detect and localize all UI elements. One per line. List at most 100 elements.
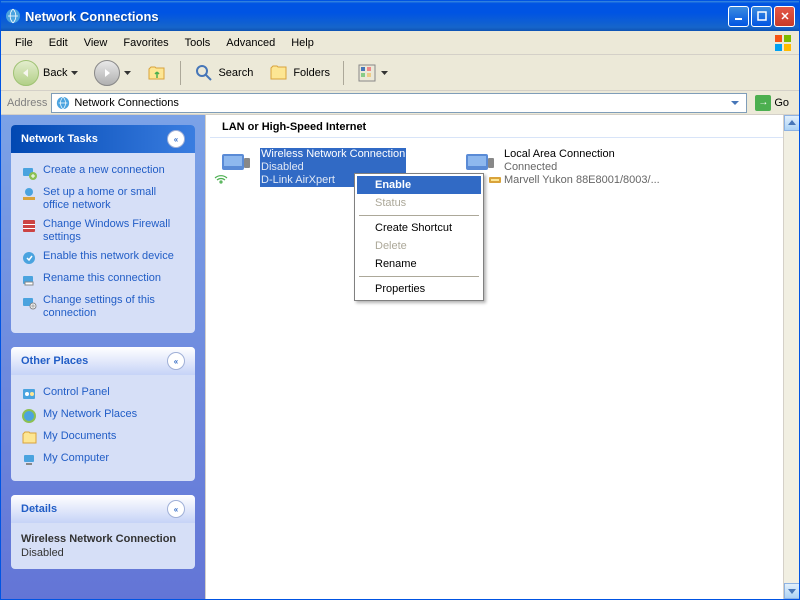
ctx-create-shortcut[interactable]: Create Shortcut <box>357 219 481 237</box>
task-firewall-settings[interactable]: Change Windows Firewall settings <box>21 215 185 247</box>
place-my-documents[interactable]: My Documents <box>21 427 185 449</box>
link-text: My Network Places <box>43 408 137 421</box>
task-rename-connection[interactable]: Rename this connection <box>21 269 185 291</box>
back-icon <box>13 60 39 86</box>
panel-header-details[interactable]: Details « <box>11 495 195 523</box>
minimize-button[interactable] <box>728 6 749 27</box>
windows-flag-icon <box>771 33 795 53</box>
context-menu: Enable Status Create Shortcut Delete Ren… <box>354 173 484 301</box>
enable-device-icon <box>21 250 37 266</box>
panel-body: Create a new connection Set up a home or… <box>11 153 195 333</box>
place-my-computer[interactable]: My Computer <box>21 449 185 471</box>
dropdown-arrow-icon <box>381 71 388 75</box>
network-places-icon <box>21 408 37 424</box>
link-text: Create a new connection <box>43 164 165 177</box>
settings-icon <box>21 294 37 310</box>
task-setup-network[interactable]: Set up a home or small office network <box>21 183 185 215</box>
title-bar: Network Connections <box>1 1 799 31</box>
scroll-down-button[interactable] <box>784 583 799 599</box>
ctx-properties[interactable]: Properties <box>357 280 481 298</box>
other-places-panel: Other Places « Control Panel My Network … <box>11 347 195 481</box>
ctx-rename[interactable]: Rename <box>357 255 481 273</box>
link-text: Change Windows Firewall settings <box>43 218 185 244</box>
menu-favorites[interactable]: Favorites <box>115 35 176 51</box>
link-text: My Computer <box>43 452 109 465</box>
scroll-up-button[interactable] <box>784 115 799 131</box>
explorer-window: Network Connections File Edit View Favor… <box>0 0 800 600</box>
task-change-settings[interactable]: Change settings of this connection <box>21 291 185 323</box>
forward-button[interactable] <box>88 57 137 89</box>
folder-up-icon <box>147 63 167 83</box>
dropdown-arrow-icon <box>71 71 78 75</box>
chevron-up-icon: « <box>167 130 185 148</box>
connection-adapter: Marvell Yukon 88E8001/8003/... <box>504 174 660 187</box>
go-button[interactable]: → Go <box>751 94 793 112</box>
link-text: My Documents <box>43 430 116 443</box>
content-area: Network Tasks « Create a new connection … <box>1 115 799 599</box>
main-view: LAN or High-Speed Internet Wireless Netw… <box>205 115 799 599</box>
link-text: Set up a home or small office network <box>43 186 185 212</box>
dropdown-arrow-icon[interactable] <box>728 96 742 110</box>
details-connection-name: Wireless Network Connection <box>21 533 185 545</box>
menu-tools[interactable]: Tools <box>177 35 219 51</box>
details-panel: Details « Wireless Network Connection Di… <box>11 495 195 569</box>
toolbar-separator <box>343 61 344 85</box>
back-button[interactable]: Back <box>7 57 84 89</box>
folders-label: Folders <box>293 67 330 79</box>
computer-icon <box>21 452 37 468</box>
section-header: LAN or High-Speed Internet <box>210 115 795 138</box>
maximize-button[interactable] <box>751 6 772 27</box>
toolbar: Back Search Folders <box>1 55 799 91</box>
ctx-enable[interactable]: Enable <box>357 176 481 194</box>
new-connection-icon <box>21 164 37 180</box>
menu-help[interactable]: Help <box>283 35 322 51</box>
place-control-panel[interactable]: Control Panel <box>21 383 185 405</box>
panel-header-tasks[interactable]: Network Tasks « <box>11 125 195 153</box>
menu-advanced[interactable]: Advanced <box>218 35 283 51</box>
go-label: Go <box>774 97 789 109</box>
search-icon <box>194 63 214 83</box>
wireless-connection-icon <box>218 148 254 184</box>
vertical-scrollbar[interactable] <box>783 115 799 599</box>
close-button[interactable] <box>774 6 795 27</box>
connection-label: Local Area Connection Connected Marvell … <box>504 148 660 187</box>
panel-header-places[interactable]: Other Places « <box>11 347 195 375</box>
panel-title: Details <box>21 503 57 515</box>
panel-title: Other Places <box>21 355 88 367</box>
views-icon <box>357 63 377 83</box>
link-text: Change settings of this connection <box>43 294 185 320</box>
connection-lan[interactable]: Local Area Connection Connected Marvell … <box>462 148 682 187</box>
task-create-connection[interactable]: Create a new connection <box>21 161 185 183</box>
folders-button[interactable]: Folders <box>263 60 336 86</box>
wireless-signal-icon <box>214 172 228 186</box>
up-button[interactable] <box>141 60 173 86</box>
place-network-places[interactable]: My Network Places <box>21 405 185 427</box>
dropdown-arrow-icon <box>124 71 131 75</box>
chevron-up-icon: « <box>167 352 185 370</box>
ctx-delete: Delete <box>357 237 481 255</box>
network-connections-icon <box>56 96 70 110</box>
menu-view[interactable]: View <box>76 35 116 51</box>
network-setup-icon <box>21 186 37 202</box>
search-button[interactable]: Search <box>188 60 259 86</box>
address-bar: Address Network Connections → Go <box>1 91 799 115</box>
window-controls <box>728 6 795 27</box>
details-connection-status: Disabled <box>21 547 185 559</box>
views-button[interactable] <box>351 60 394 86</box>
details-body: Wireless Network Connection Disabled <box>11 523 195 569</box>
connection-status: Connected <box>504 161 660 174</box>
ctx-status: Status <box>357 194 481 212</box>
tasks-sidebar: Network Tasks « Create a new connection … <box>1 115 205 599</box>
task-enable-device[interactable]: Enable this network device <box>21 247 185 269</box>
network-connections-icon <box>5 8 21 24</box>
window-title: Network Connections <box>25 9 728 24</box>
menu-file[interactable]: File <box>7 35 41 51</box>
connections-list: Wireless Network Connection Disabled D-L… <box>206 138 799 197</box>
link-text: Enable this network device <box>43 250 174 263</box>
documents-icon <box>21 430 37 446</box>
rename-icon <box>21 272 37 288</box>
connection-name: Local Area Connection <box>504 148 660 161</box>
menu-edit[interactable]: Edit <box>41 35 76 51</box>
firewall-icon <box>21 218 37 234</box>
address-input[interactable]: Network Connections <box>51 93 747 113</box>
